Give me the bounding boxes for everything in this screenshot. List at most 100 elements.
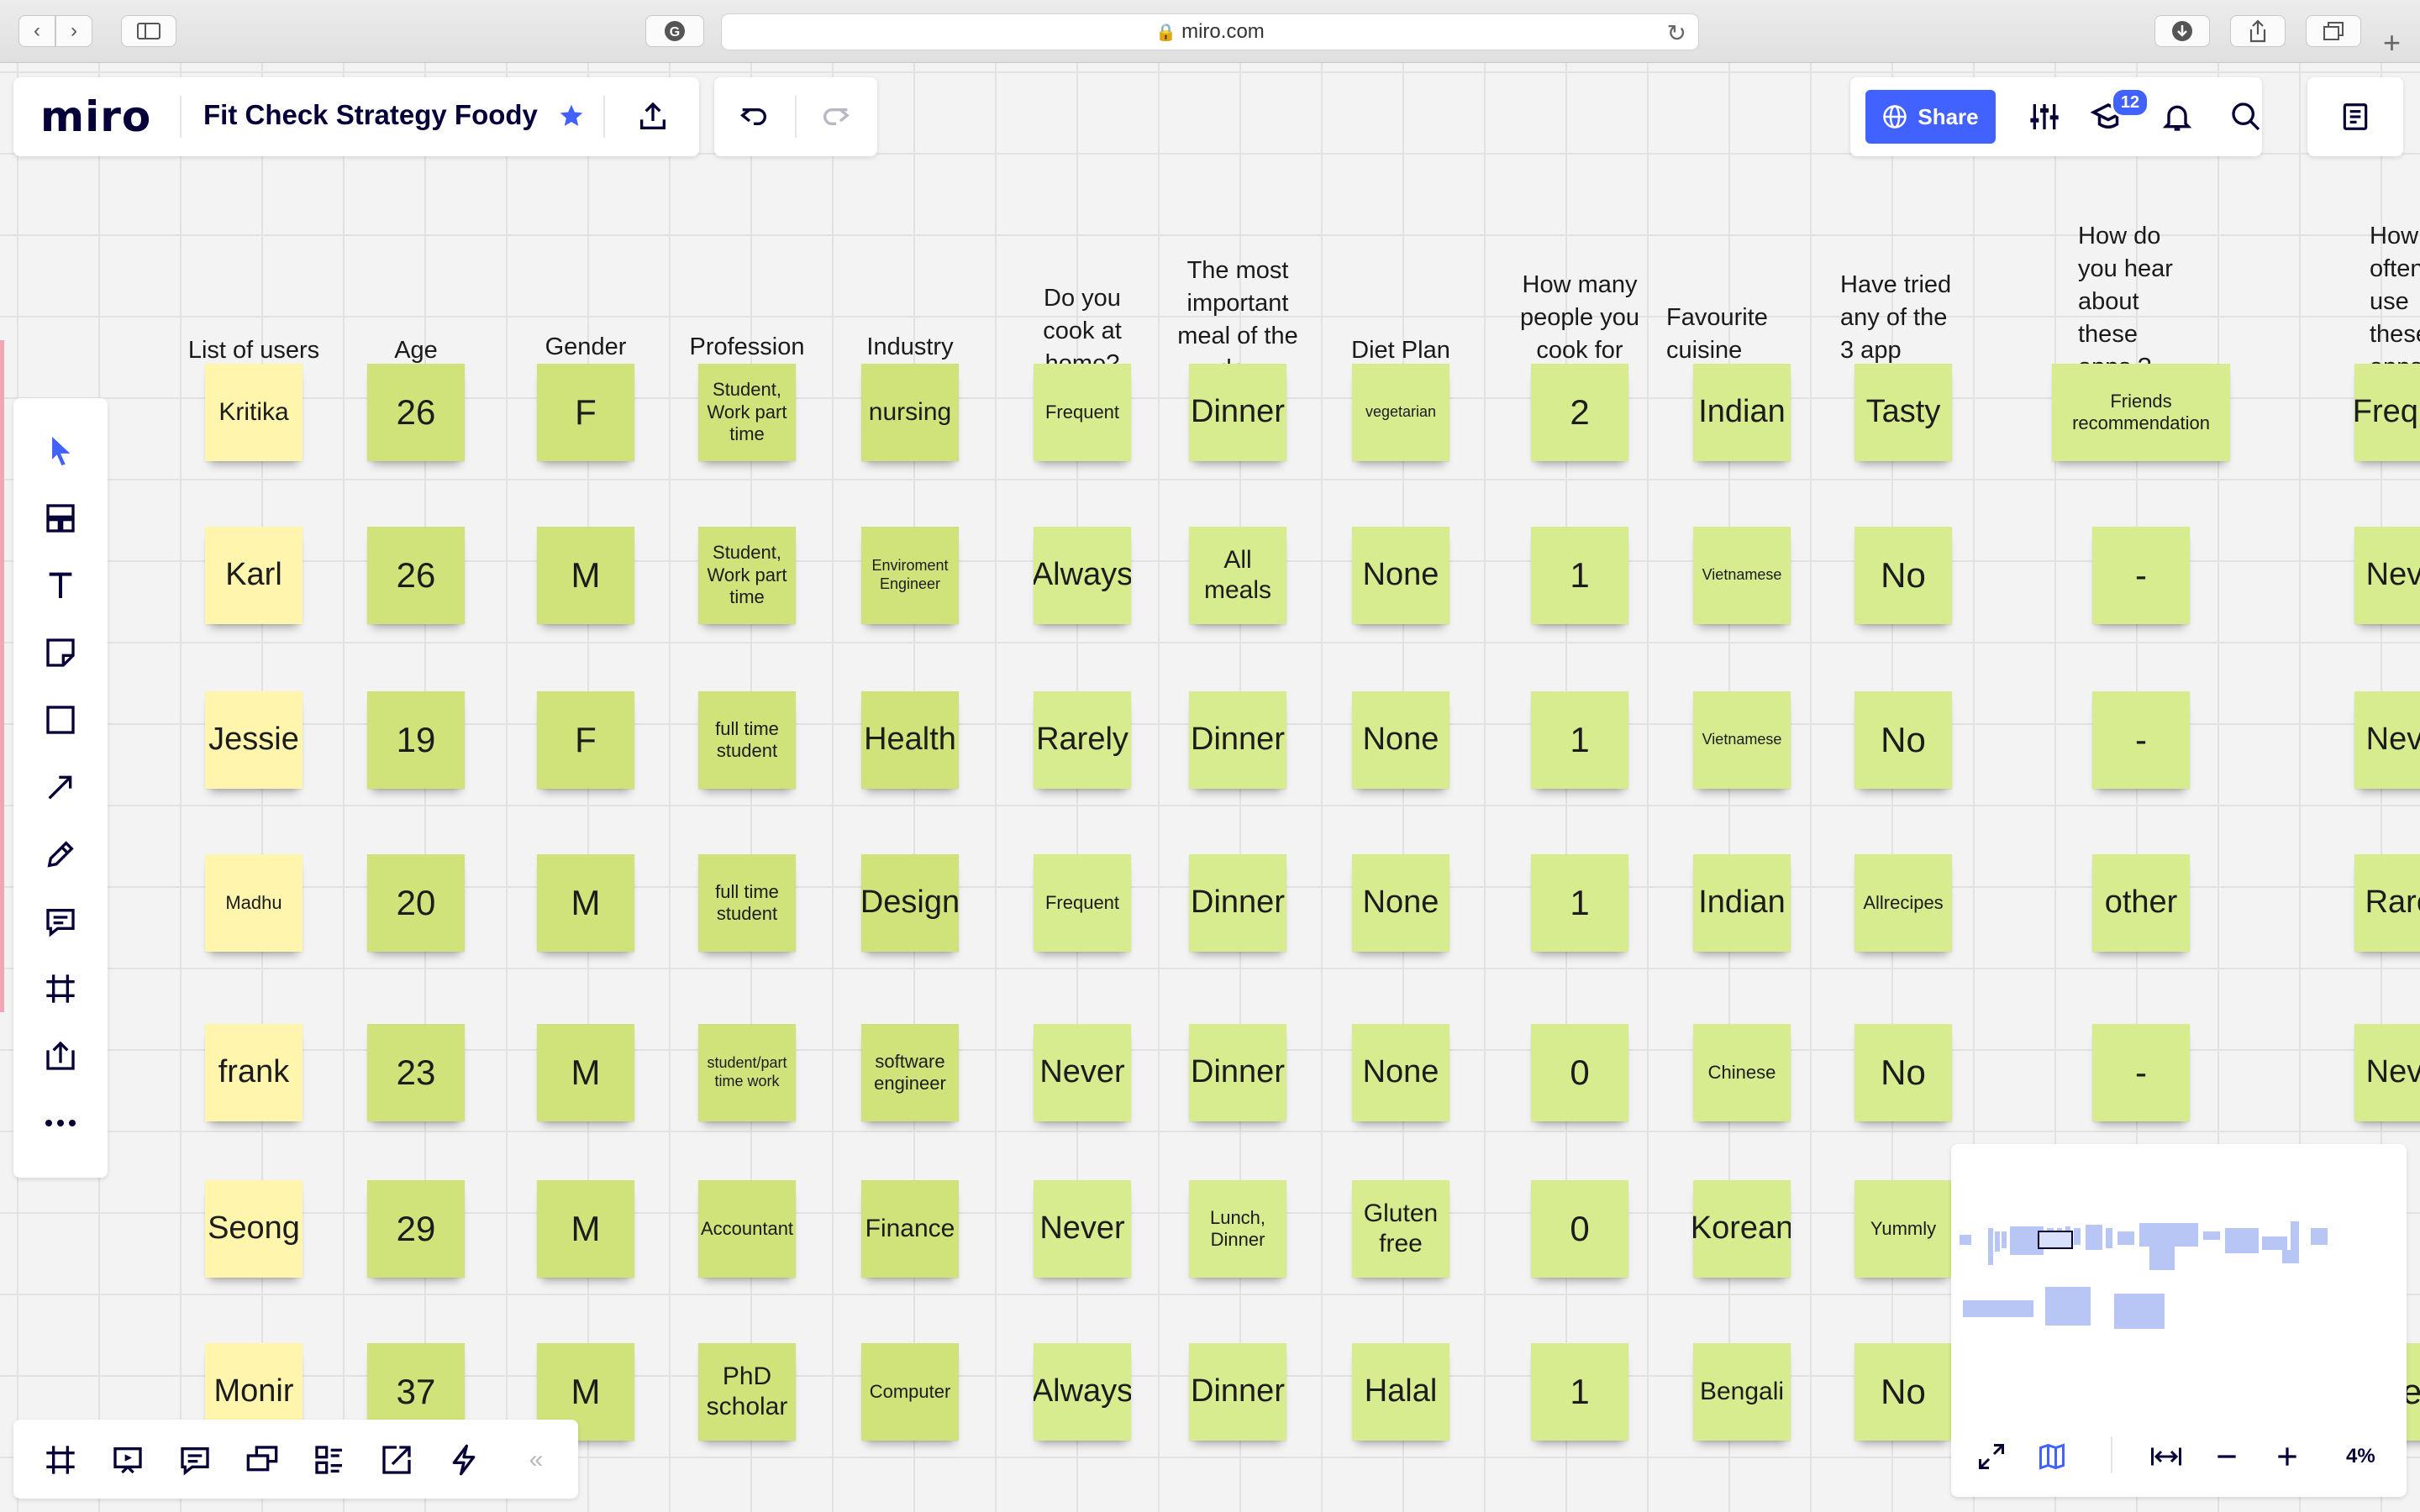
sticky-note[interactable]: Always xyxy=(1034,527,1131,624)
sticky-note[interactable]: 20 xyxy=(367,854,465,952)
screen-share-tool[interactable] xyxy=(235,1433,289,1487)
column-header[interactable]: How do you hear about these apps.? xyxy=(2065,216,2217,384)
reload-icon[interactable]: ↻ xyxy=(1667,19,1686,47)
sticky-note[interactable]: M xyxy=(537,527,634,624)
sticky-note[interactable]: Dinner xyxy=(1189,854,1286,952)
user-name-note[interactable]: Jessie xyxy=(205,691,302,789)
sticky-note[interactable]: Rarely xyxy=(1034,691,1131,789)
column-header[interactable]: Have tried any of the 3 app xyxy=(1828,199,1979,367)
sticky-note[interactable]: Yummly xyxy=(1854,1180,1952,1278)
fullscreen-icon[interactable] xyxy=(1973,1438,2010,1475)
sticky-note[interactable]: other xyxy=(2092,854,2190,952)
sticky-note[interactable]: 1 xyxy=(1531,527,1628,624)
sticky-note[interactable]: Frequent xyxy=(1034,854,1131,952)
frames-tool[interactable] xyxy=(34,1433,87,1487)
cards-tool[interactable] xyxy=(302,1433,356,1487)
star-icon[interactable] xyxy=(555,99,588,133)
column-header[interactable]: How many people you cook for xyxy=(1504,199,1655,367)
address-bar[interactable]: 🔒 miro.com ↻ xyxy=(721,13,1699,50)
sticky-note[interactable]: Freque xyxy=(2354,364,2420,461)
user-name-note[interactable]: Karl xyxy=(205,527,302,624)
sticky-note[interactable]: 19 xyxy=(367,691,465,789)
sticky-note[interactable]: Neve xyxy=(2354,1024,2420,1121)
minimap-panel[interactable] xyxy=(1951,1144,2407,1497)
extension-button[interactable]: G xyxy=(645,15,704,47)
sticky-note[interactable]: Lunch, Dinner xyxy=(1189,1180,1286,1278)
user-name-note[interactable]: Seong xyxy=(205,1180,302,1278)
board-title[interactable]: Fit Check Strategy Foody xyxy=(203,99,538,131)
undo-icon[interactable] xyxy=(731,96,776,138)
sticky-note[interactable]: - xyxy=(2092,527,2190,624)
sticky-note[interactable]: 26 xyxy=(367,364,465,461)
arrow-tool[interactable] xyxy=(27,758,94,816)
sticky-note[interactable]: Dinner xyxy=(1189,691,1286,789)
sticky-note[interactable]: 23 xyxy=(367,1024,465,1121)
sticky-note[interactable]: Neve xyxy=(2354,527,2420,624)
column-header[interactable]: Gender xyxy=(510,196,661,364)
share-page-button[interactable] xyxy=(2230,15,2286,47)
sticky-note[interactable]: Gluten free xyxy=(1352,1180,1449,1278)
sticky-note[interactable]: Dinner xyxy=(1189,1343,1286,1441)
redo-icon[interactable] xyxy=(813,96,859,138)
templates-tool[interactable] xyxy=(27,489,94,548)
pen-tool[interactable] xyxy=(27,825,94,884)
sticky-note[interactable]: Dinner xyxy=(1189,364,1286,461)
sticky-note[interactable]: Friends recommendation xyxy=(2052,364,2230,461)
shape-tool[interactable] xyxy=(27,690,94,749)
sticky-note[interactable]: 26 xyxy=(367,527,465,624)
column-header[interactable]: Favourite cuisine xyxy=(1666,199,1818,367)
sticky-note[interactable]: All meals xyxy=(1189,527,1286,624)
sticky-note[interactable]: None xyxy=(1352,1024,1449,1121)
map-icon[interactable] xyxy=(2033,1438,2070,1475)
sticky-note[interactable]: None xyxy=(1352,691,1449,789)
sticky-note-tool[interactable] xyxy=(27,623,94,682)
tabs-button[interactable] xyxy=(2306,15,2361,47)
sticky-note[interactable]: No xyxy=(1854,1024,1952,1121)
export-tool[interactable] xyxy=(370,1433,424,1487)
upload-tool[interactable] xyxy=(27,1026,94,1085)
sticky-note[interactable]: No xyxy=(1854,1343,1952,1441)
frame-tool[interactable] xyxy=(27,959,94,1018)
sticky-note[interactable]: 1 xyxy=(1531,854,1628,952)
text-tool[interactable] xyxy=(27,556,94,615)
sticky-note[interactable]: Allrecipes xyxy=(1854,854,1952,952)
sticky-note[interactable]: Dinner xyxy=(1189,1024,1286,1121)
column-header[interactable]: How often use these apps.? xyxy=(2302,216,2420,384)
sticky-note[interactable]: software engineer xyxy=(861,1024,959,1121)
miro-logo[interactable]: miro xyxy=(40,92,151,141)
sticky-note[interactable]: No xyxy=(1854,691,1952,789)
more-tools[interactable] xyxy=(27,1094,94,1152)
sticky-note[interactable]: 29 xyxy=(367,1180,465,1278)
column-header[interactable]: Age xyxy=(340,199,492,367)
sticky-note[interactable]: M xyxy=(537,1024,634,1121)
sticky-note[interactable]: Halal xyxy=(1352,1343,1449,1441)
presentation-tool[interactable] xyxy=(101,1433,155,1487)
comments-tool[interactable] xyxy=(168,1433,222,1487)
sticky-note[interactable]: 0 xyxy=(1531,1180,1628,1278)
sticky-note[interactable]: - xyxy=(2092,691,2190,789)
sticky-note[interactable]: F xyxy=(537,364,634,461)
sticky-note[interactable]: vegetarian xyxy=(1352,364,1449,461)
notes-icon[interactable] xyxy=(2334,96,2376,138)
column-header[interactable]: Diet Plan xyxy=(1325,199,1476,367)
sticky-note[interactable]: Chinese xyxy=(1693,1024,1791,1121)
select-tool[interactable] xyxy=(27,422,94,480)
sticky-note[interactable]: Vietnamese xyxy=(1693,691,1791,789)
column-header[interactable]: Industry xyxy=(834,196,986,364)
sticky-note[interactable]: Korean xyxy=(1693,1180,1791,1278)
sticky-note[interactable]: student/part time work xyxy=(698,1024,796,1121)
column-header[interactable]: List of users xyxy=(178,199,329,367)
zoom-level[interactable]: 4% xyxy=(2346,1445,2375,1468)
settings-sliders-icon[interactable] xyxy=(2023,96,2065,138)
user-name-note[interactable]: Kritika xyxy=(205,364,302,461)
sticky-note[interactable]: Tasty xyxy=(1854,364,1952,461)
sticky-note[interactable]: Rarel xyxy=(2354,854,2420,952)
sticky-note[interactable]: M xyxy=(537,854,634,952)
back-button[interactable]: ‹ xyxy=(18,15,55,47)
sticky-note[interactable]: full time student xyxy=(698,691,796,789)
sticky-note[interactable]: 0 xyxy=(1531,1024,1628,1121)
sticky-note[interactable]: Accountant xyxy=(698,1180,796,1278)
forward-button[interactable]: › xyxy=(55,15,92,47)
zoom-in-icon[interactable] xyxy=(2269,1438,2306,1475)
sticky-note[interactable]: 1 xyxy=(1531,1343,1628,1441)
